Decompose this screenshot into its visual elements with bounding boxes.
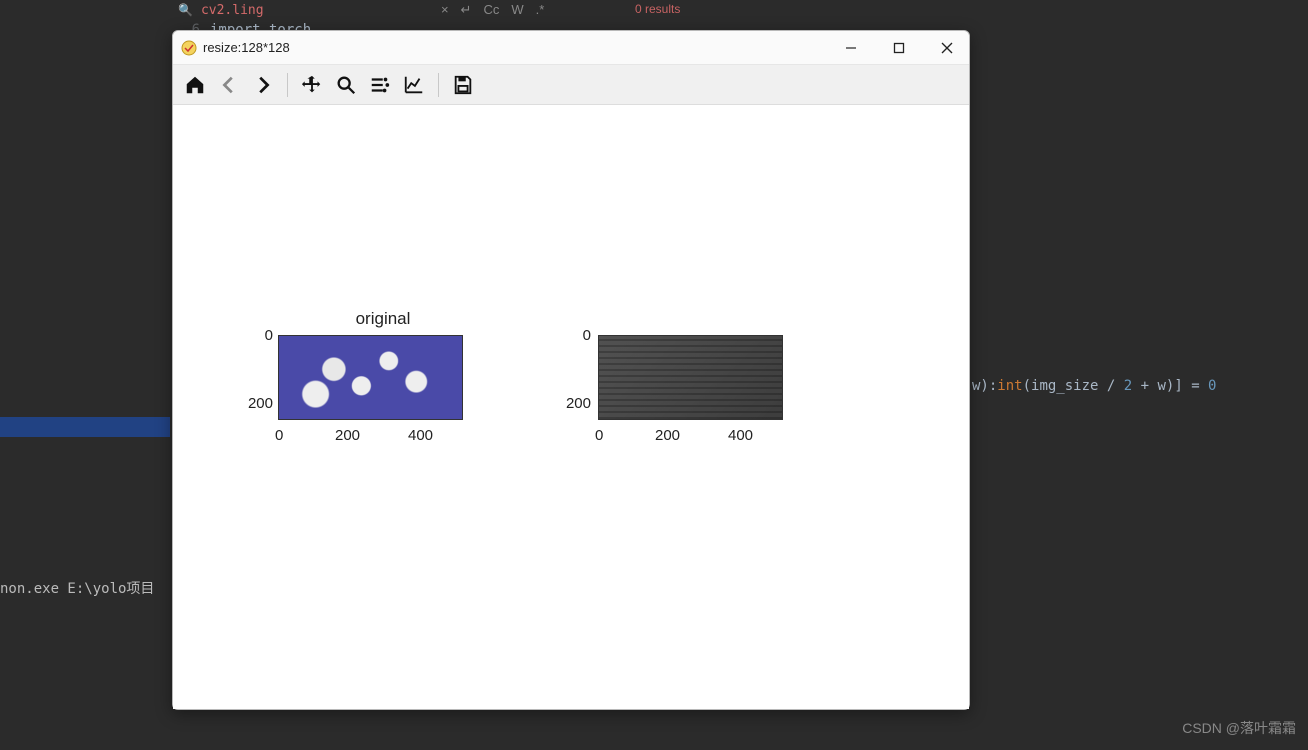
app-icon [181,40,197,56]
axes-button[interactable] [400,71,428,99]
window-title: resize:128*128 [203,40,843,55]
forward-button[interactable] [249,71,277,99]
window-titlebar[interactable]: resize:128*128 [173,31,969,65]
regex-icon[interactable]: .* [536,2,545,18]
xtick: 200 [655,427,680,444]
search-icon: 🔍 [178,3,193,17]
configure-button[interactable] [366,71,394,99]
close-icon[interactable]: × [441,2,449,18]
pan-button[interactable] [298,71,326,99]
plot-image-resized [598,335,783,420]
xtick: 200 [335,427,360,444]
save-button[interactable] [449,71,477,99]
close-button[interactable] [939,40,955,56]
ytick: 0 [583,327,591,344]
ytick: 200 [566,395,591,412]
watermark: CSDN @落叶霜霜 [1182,718,1296,738]
matplotlib-toolbar [173,65,969,105]
subplot-original: original 0 200 0 200 400 [223,335,543,495]
xtick: 0 [275,427,283,444]
xtick: 400 [408,427,433,444]
ytick: 200 [248,395,273,412]
editor-line-highlight [0,417,170,437]
words-icon[interactable]: W [511,2,523,18]
subplot-title: original [223,309,543,329]
enter-icon[interactable]: ↵ [461,2,472,18]
toolbar-separator [438,73,439,97]
search-results-count: 0 results [635,2,680,16]
xtick: 0 [595,427,603,444]
home-button[interactable] [181,71,209,99]
zoom-button[interactable] [332,71,360,99]
match-case-icon[interactable]: Cc [483,2,499,18]
toolbar-separator [287,73,288,97]
code-fragment: w):int(img_size / 2 + w)] = 0 [972,378,1216,394]
minimize-button[interactable] [843,40,859,56]
matplotlib-canvas[interactable]: original 0 200 0 200 400 0 200 0 200 400 [173,105,969,709]
matplotlib-window: resize:128*128 original 0 200 0 200 [172,30,970,710]
plot-image-original [278,335,463,420]
subplot-resized: 0 200 0 200 400 [543,335,863,495]
plot-grid: original 0 200 0 200 400 0 200 0 200 400 [223,335,863,495]
maximize-button[interactable] [891,40,907,56]
search-bar: 🔍 cv2.ling × ↵ Cc W .* [170,0,1308,20]
terminal-line: non.exe E:\yolo项目 [0,578,154,598]
xtick: 400 [728,427,753,444]
ytick: 0 [265,327,273,344]
back-button[interactable] [215,71,243,99]
search-input[interactable]: cv2.ling [201,3,441,18]
